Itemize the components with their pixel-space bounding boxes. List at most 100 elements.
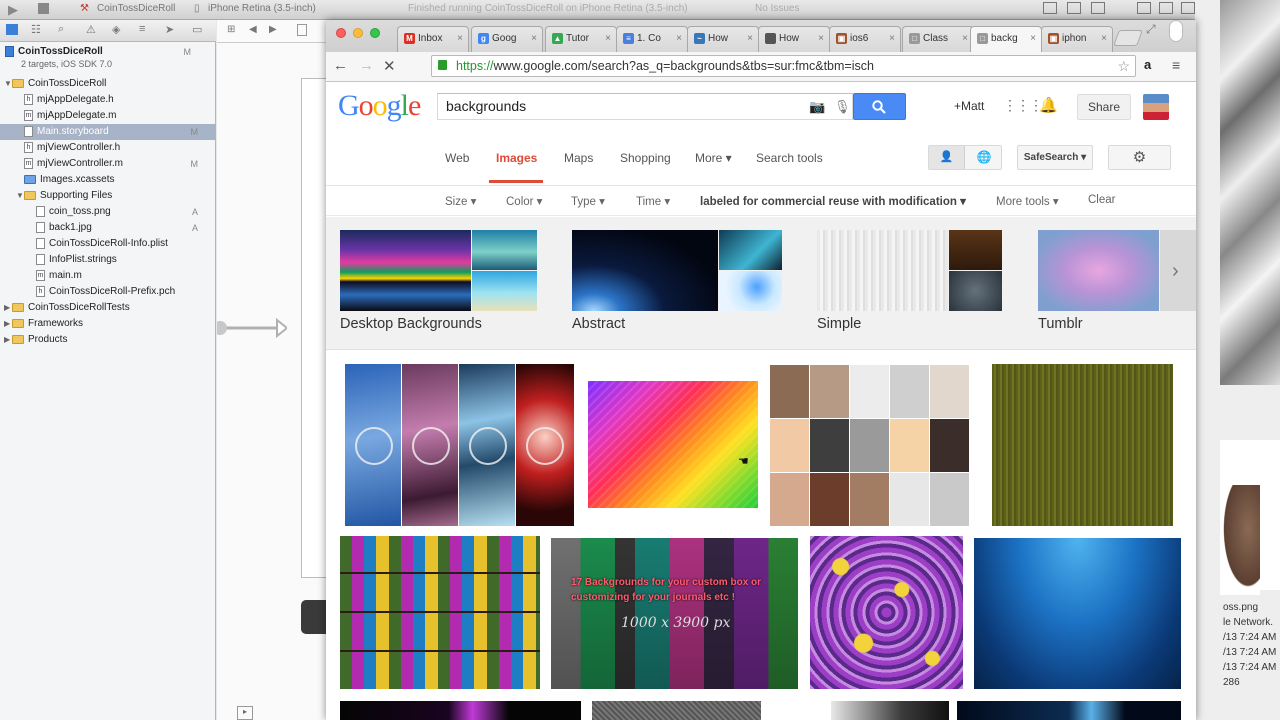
browser-tab[interactable]: ▣ ios6 × bbox=[829, 26, 901, 52]
stop-icon[interactable] bbox=[38, 3, 49, 14]
file-crumb-icon[interactable] bbox=[297, 24, 307, 36]
image-result-psychedelic-swirls[interactable] bbox=[810, 536, 963, 689]
close-tab-icon[interactable]: × bbox=[605, 27, 611, 51]
image-result-coin-textures[interactable] bbox=[345, 364, 574, 526]
image-result-journal-backgrounds[interactable]: 17 Backgrounds for your custom box or cu… bbox=[551, 538, 798, 689]
category-thumb-tumblr-large[interactable] bbox=[1038, 230, 1159, 311]
chrome-menu-icon[interactable]: ≡ bbox=[1172, 57, 1180, 73]
category-thumb-simple-large[interactable] bbox=[817, 230, 948, 311]
chevron-right-icon[interactable]: › bbox=[1172, 260, 1179, 283]
image-result-carbon[interactable] bbox=[592, 701, 761, 720]
find-navigator-icon[interactable]: ⌕ bbox=[58, 23, 64, 36]
category-thumb-abstract-large[interactable] bbox=[572, 230, 718, 311]
file-tree-item[interactable]: ▶ CoinTossDiceRollTests bbox=[0, 300, 216, 316]
navigator-toggle-icon[interactable] bbox=[1137, 2, 1151, 14]
bookmark-star-icon[interactable]: ☆ bbox=[1117, 56, 1130, 76]
browser-tab[interactable]: ▣ iphon × bbox=[1041, 26, 1113, 52]
file-tree-item[interactable]: InfoPlist.strings bbox=[0, 252, 216, 268]
image-result-dark-1[interactable] bbox=[340, 701, 581, 720]
category-thumb-desktop-large[interactable] bbox=[340, 230, 471, 311]
image-result-dark-blue[interactable] bbox=[957, 701, 1181, 720]
button-object[interactable] bbox=[301, 600, 327, 634]
outline-toggle-icon[interactable]: ▸ bbox=[237, 706, 253, 720]
category-abstract[interactable]: Abstract bbox=[572, 316, 625, 332]
tab-maps[interactable]: Maps bbox=[564, 151, 593, 165]
forward-button[interactable]: → bbox=[359, 57, 374, 74]
filter-type[interactable]: Type ▾ bbox=[571, 194, 605, 208]
editor-icon[interactable] bbox=[1043, 2, 1057, 14]
disclosure-triangle-icon[interactable]: ▶ bbox=[4, 316, 12, 332]
disclosure-triangle-icon[interactable]: ▼ bbox=[4, 76, 12, 92]
settings-gear-icon[interactable]: ⚙ bbox=[1108, 145, 1171, 170]
filter-time[interactable]: Time ▾ bbox=[636, 194, 670, 208]
avatar[interactable] bbox=[1143, 94, 1169, 120]
scheme-label[interactable]: CoinTossDiceRoll bbox=[97, 3, 175, 14]
symbol-navigator-icon[interactable]: ☷ bbox=[31, 23, 41, 36]
amazon-extension-icon[interactable]: a bbox=[1144, 57, 1151, 72]
notifications-bell-icon[interactable]: 🔔 bbox=[1039, 96, 1058, 114]
file-tree-item[interactable]: m main.m bbox=[0, 268, 216, 284]
tab-more[interactable]: More ▾ bbox=[695, 151, 732, 165]
category-thumb-simple-small-2[interactable] bbox=[949, 271, 1002, 311]
utilities-toggle-icon[interactable] bbox=[1181, 2, 1195, 14]
file-tree-item[interactable]: ▶ Frameworks bbox=[0, 316, 216, 332]
run-icon[interactable]: ▶ bbox=[8, 2, 18, 18]
browser-tab[interactable]: M Inbox × bbox=[397, 26, 469, 52]
filter-usage-rights[interactable]: labeled for commercial reuse with modifi… bbox=[700, 194, 966, 208]
close-tab-icon[interactable]: × bbox=[818, 27, 824, 51]
image-result-rainbow-gradient[interactable]: ☚ bbox=[588, 381, 758, 508]
file-tree-item[interactable]: Images.xcassets bbox=[0, 172, 216, 188]
close-tab-icon[interactable]: × bbox=[747, 27, 753, 51]
forward-icon[interactable]: ▶ bbox=[269, 24, 277, 35]
category-desktop-backgrounds[interactable]: Desktop Backgrounds bbox=[340, 316, 482, 332]
close-tab-icon[interactable]: × bbox=[1030, 27, 1036, 51]
category-thumb-desktop-small-1[interactable] bbox=[472, 230, 537, 270]
project-navigator-icon[interactable] bbox=[6, 24, 18, 35]
grid-icon[interactable]: ⊞ bbox=[227, 24, 235, 35]
browser-tab[interactable]: ~ How × bbox=[687, 26, 759, 52]
view-controller-scene[interactable] bbox=[301, 78, 327, 578]
debug-toggle-icon[interactable] bbox=[1159, 2, 1173, 14]
device-label[interactable]: iPhone Retina (3.5-inch) bbox=[208, 3, 316, 14]
file-tree-item[interactable]: h mjViewController.h bbox=[0, 140, 216, 156]
file-tree-item[interactable]: Main.storyboard M bbox=[0, 124, 216, 140]
search-button[interactable] bbox=[853, 93, 906, 120]
browser-tab[interactable]: □ backg × bbox=[970, 26, 1042, 52]
test-navigator-icon[interactable]: ◈ bbox=[112, 23, 120, 36]
clear-filters-link[interactable]: Clear bbox=[1088, 194, 1115, 206]
version-icon[interactable] bbox=[1091, 2, 1105, 14]
zoom-window-button[interactable] bbox=[370, 28, 380, 38]
file-tree-item[interactable]: m mjAppDelegate.m bbox=[0, 108, 216, 124]
global-results-icon[interactable]: 🌐 bbox=[966, 146, 1002, 169]
mic-icon[interactable]: 🎙 bbox=[834, 94, 851, 119]
filter-size[interactable]: Size ▾ bbox=[445, 194, 476, 208]
google-logo[interactable]: Google bbox=[338, 89, 421, 123]
search-tools-button[interactable]: Search tools bbox=[756, 151, 823, 165]
file-tree-item[interactable]: ▼ Supporting Files bbox=[0, 188, 216, 204]
back-icon[interactable]: ◀ bbox=[249, 24, 257, 35]
address-bar[interactable]: https://www.google.com/search?as_q=backg… bbox=[431, 55, 1136, 77]
file-tree-item[interactable]: ▶ Products bbox=[0, 332, 216, 348]
close-tab-icon[interactable]: × bbox=[962, 27, 968, 51]
tab-images[interactable]: Images bbox=[496, 151, 537, 165]
close-tab-icon[interactable]: × bbox=[1101, 27, 1107, 51]
close-tab-icon[interactable]: × bbox=[889, 27, 895, 51]
stop-loading-button[interactable]: ✕ bbox=[383, 57, 396, 75]
share-button[interactable]: Share bbox=[1077, 94, 1131, 120]
file-tree-item[interactable]: h CoinTossDiceRoll-Prefix.pch bbox=[0, 284, 216, 300]
close-tab-icon[interactable]: × bbox=[457, 27, 463, 51]
assistant-icon[interactable] bbox=[1067, 2, 1081, 14]
tab-web[interactable]: Web bbox=[445, 151, 469, 165]
breakpoint-navigator-icon[interactable]: ➤ bbox=[165, 23, 174, 36]
file-tree-item[interactable]: coin_toss.png A bbox=[0, 204, 216, 220]
close-tab-icon[interactable]: × bbox=[531, 27, 537, 51]
browser-tab[interactable]: □ Class × bbox=[902, 26, 974, 52]
category-tumblr[interactable]: Tumblr bbox=[1038, 316, 1083, 332]
close-tab-icon[interactable]: × bbox=[676, 27, 682, 51]
disclosure-triangle-icon[interactable]: ▼ bbox=[16, 188, 24, 204]
fullscreen-icon[interactable]: ⤢ bbox=[1146, 22, 1156, 37]
user-name-link[interactable]: +Matt bbox=[954, 99, 984, 113]
category-thumb-simple-small-1[interactable] bbox=[949, 230, 1002, 270]
issue-navigator-icon[interactable]: ⚠ bbox=[86, 23, 96, 36]
file-tree-item[interactable]: h mjAppDelegate.h bbox=[0, 92, 216, 108]
